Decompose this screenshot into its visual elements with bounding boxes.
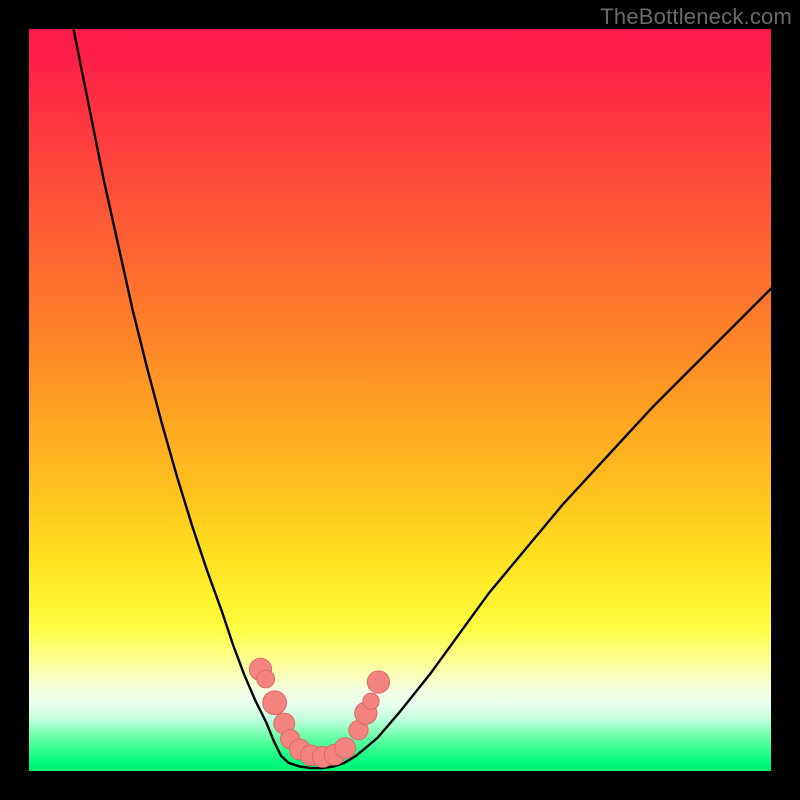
right-marker-3	[363, 693, 379, 709]
bottleneck-curve	[74, 29, 771, 768]
right-marker-4	[367, 671, 389, 693]
chart-plot-area	[29, 29, 771, 771]
left-marker-3	[263, 691, 287, 715]
watermark-text: TheBottleneck.com	[600, 4, 792, 30]
left-marker-2	[257, 670, 275, 688]
chart-frame: TheBottleneck.com	[0, 0, 800, 800]
curve-layer	[74, 29, 771, 768]
marker-layer	[249, 658, 389, 767]
floor-marker-6	[335, 738, 356, 759]
chart-svg	[29, 29, 771, 771]
